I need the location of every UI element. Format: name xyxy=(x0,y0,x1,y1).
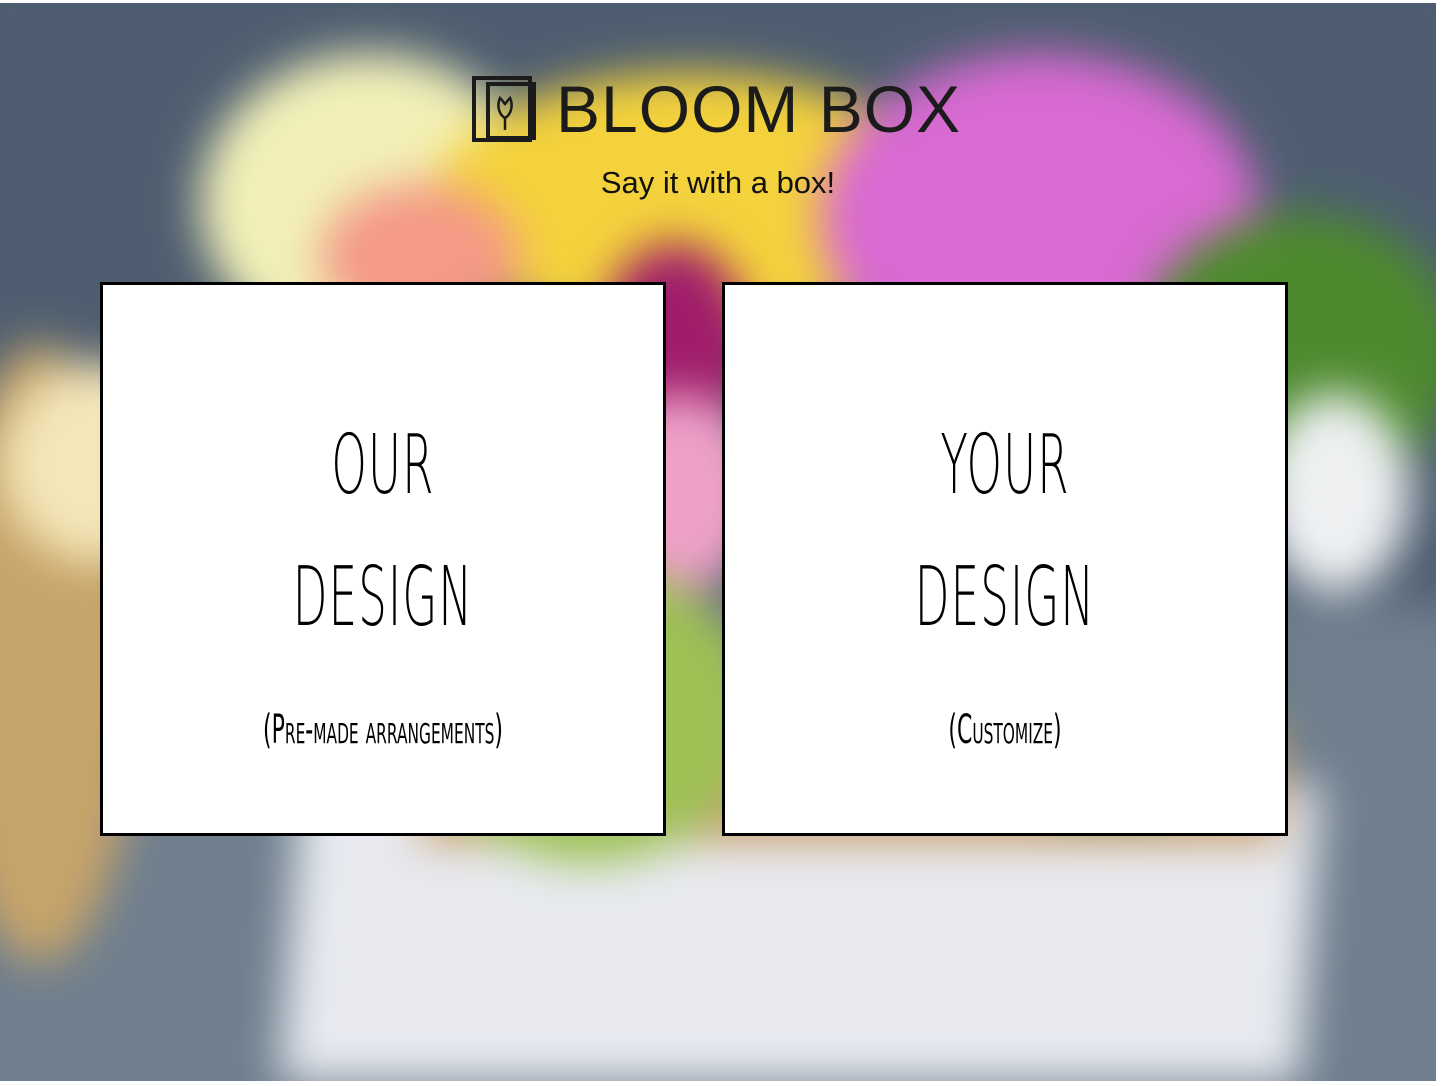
your-design-card[interactable]: YOUR DESIGN (Customize) xyxy=(722,282,1288,836)
tagline: Say it with a box! xyxy=(600,165,836,200)
tulip-box-icon xyxy=(472,76,536,142)
card-title-line1: OUR xyxy=(331,418,435,513)
page: BLOOM BOX Say it with a box! OUR DESIGN … xyxy=(0,3,1436,1081)
card-title-line1: YOUR xyxy=(940,418,1070,513)
card-subtitle: (Customize) xyxy=(948,707,1062,753)
card-title-line2: DESIGN xyxy=(914,550,1096,645)
brand-name: BLOOM BOX xyxy=(556,72,962,146)
brand-logo[interactable]: BLOOM BOX xyxy=(470,71,961,147)
our-design-card[interactable]: OUR DESIGN (Pre-made arrangements) xyxy=(100,282,666,836)
card-title-line2: DESIGN xyxy=(292,550,474,645)
card-subtitle: (Pre-made arrangements) xyxy=(263,707,503,753)
